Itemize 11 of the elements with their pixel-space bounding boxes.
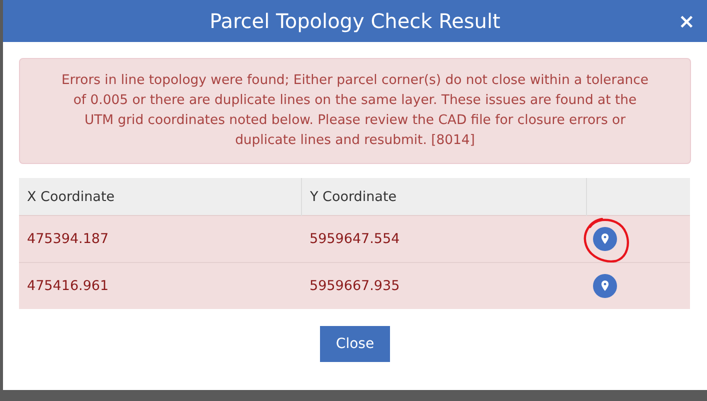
table-cell: 475394.187: [19, 216, 302, 262]
location-pin-icon[interactable]: [592, 227, 616, 251]
table-cell: 5959647.554: [302, 216, 586, 262]
table-cell: 5959667.935: [302, 262, 586, 309]
table-cell: 475416.961: [19, 262, 302, 309]
close-button[interactable]: Close: [320, 326, 390, 362]
column-header: Y Coordinate: [302, 178, 586, 216]
error-message: Errors in line topology were found; Either parcel corner(s) do not close within a tolerance of 0.005 or there are duplicate lines on the same layer. These issues are found at the UTM grid coordinates noted below. Please review the CAD file for closure errors or duplicate lines and resubmit. [8014]: [60, 72, 650, 150]
location-pin-icon[interactable]: [592, 274, 616, 298]
column-header: X Coordinate: [19, 178, 302, 216]
dialog-title: Parcel Topology Check Result: [210, 9, 500, 33]
